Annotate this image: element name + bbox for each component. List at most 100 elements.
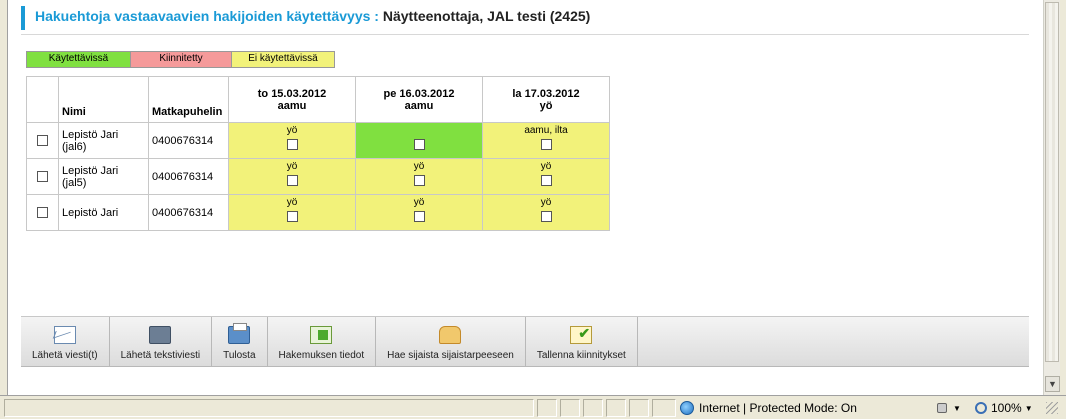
- pin-checkbox[interactable]: [286, 139, 298, 150]
- day-shift: aamu: [277, 99, 307, 112]
- row-select-checkbox[interactable]: [37, 171, 48, 183]
- table-row: Lepistö Jari (jal6) 0400676314 yö aamu, …: [26, 122, 610, 159]
- status-pane: [629, 399, 649, 417]
- day-slot-available: [355, 122, 483, 159]
- table-row: Lepistö Jari (jal5) 0400676314 yö yö yö: [26, 158, 610, 195]
- slot-label: yö: [286, 125, 298, 136]
- slot-label: yö: [413, 197, 425, 208]
- row-select-checkbox[interactable]: [37, 135, 48, 147]
- pin-checkbox[interactable]: [540, 211, 552, 222]
- name-column-header: Nimi: [58, 76, 149, 123]
- slot-label: yö: [286, 197, 298, 208]
- applicant-name: Lepistö Jari (jal5): [58, 158, 149, 195]
- chevron-down-icon: ▼: [1024, 403, 1033, 413]
- applicant-name: Lepistö Jari (jal6): [58, 122, 149, 159]
- table-row: Lepistö Jari 0400676314 yö yö yö: [26, 194, 610, 231]
- applicant-phone: 0400676314: [148, 194, 229, 231]
- scrollbar-thumb[interactable]: [1045, 2, 1059, 362]
- status-pane: [652, 399, 676, 417]
- day-column-header: to 15.03.2012 aamu: [228, 76, 356, 123]
- row-select-cell: [26, 122, 59, 159]
- scroll-down-arrow-icon[interactable]: ▼: [1045, 376, 1060, 392]
- slot-label: [359, 125, 479, 137]
- zoom-icon: [975, 402, 987, 414]
- toolbar-bottom-divider: [21, 366, 1029, 367]
- day-slot-unavailable: aamu, ilta: [482, 122, 610, 159]
- security-zone[interactable]: Internet | Protected Mode: On: [680, 399, 857, 417]
- day-slot-unavailable: yö: [228, 122, 356, 159]
- status-text-pane: [4, 399, 534, 417]
- day-slot-unavailable: yö: [355, 194, 483, 231]
- status-pane: [560, 399, 580, 417]
- resize-grip-icon[interactable]: [1046, 402, 1058, 414]
- send-sms-button[interactable]: Lähetä tekstiviesti: [110, 317, 213, 367]
- zoom-control[interactable]: 100% ▼: [975, 399, 1033, 417]
- pin-checkbox[interactable]: [540, 175, 552, 186]
- pin-checkbox[interactable]: [413, 211, 425, 222]
- mobile-phone-icon: [149, 326, 172, 344]
- pin-checkbox[interactable]: [413, 175, 425, 186]
- application-info-label: Hakemuksen tiedot: [278, 350, 365, 361]
- phone-column-header: Matkapuhelin: [148, 76, 229, 123]
- protected-mode-button[interactable]: ▼: [930, 399, 968, 417]
- envelope-icon: [53, 326, 76, 344]
- page-title: Hakuehtoja vastaavaavien hakijoiden käyt…: [35, 8, 590, 24]
- send-message-label: Lähetä viesti(t): [32, 350, 98, 361]
- select-column-header: [26, 76, 59, 123]
- security-zone-text: Internet | Protected Mode: On: [699, 401, 857, 415]
- slot-label: yö: [286, 161, 298, 172]
- row-select-checkbox[interactable]: [37, 207, 48, 219]
- header-accent-bar: [21, 6, 25, 30]
- day-slot-unavailable: yö: [482, 194, 610, 231]
- legend-unavailable: Ei käytettävissä: [232, 52, 334, 67]
- day-slot-unavailable: yö: [355, 158, 483, 195]
- slot-label: aamu, ilta: [524, 125, 568, 136]
- day-date: la 17.03.2012: [512, 87, 580, 100]
- print-label: Tulosta: [223, 350, 256, 361]
- header-divider: [21, 34, 1029, 35]
- send-sms-label: Lähetä tekstiviesti: [120, 350, 201, 361]
- slot-label: yö: [540, 197, 552, 208]
- pin-checkbox[interactable]: [540, 139, 552, 150]
- print-button[interactable]: Tulosta: [212, 317, 268, 367]
- table-header-row: Nimi Matkapuhelin to 15.03.2012 aamu pe …: [26, 76, 610, 123]
- application-document-icon: [310, 326, 333, 344]
- window-right-border: [1060, 0, 1066, 419]
- printer-icon: [228, 323, 251, 344]
- find-substitute-label: Hae sijaista sijaistarpeeseen: [387, 350, 514, 361]
- pin-checkbox[interactable]: [286, 211, 298, 222]
- day-slot-unavailable: yö: [482, 158, 610, 195]
- application-info-button[interactable]: Hakemuksen tiedot: [268, 317, 377, 367]
- day-date: to 15.03.2012: [257, 87, 327, 100]
- row-select-cell: [26, 194, 59, 231]
- availability-legend: Käytettävissä Kiinnitetty Ei käytettävis…: [26, 51, 335, 68]
- pin-checkbox[interactable]: [286, 175, 298, 186]
- legend-available: Käytettävissä: [27, 52, 131, 67]
- day-slot-unavailable: yö: [228, 158, 356, 195]
- people-icon: [439, 326, 462, 344]
- window-left-border: [0, 0, 8, 395]
- day-column-header: la 17.03.2012 yö: [482, 76, 610, 123]
- page-title-value: Näytteenottaja, JAL testi (2425): [382, 8, 591, 24]
- slot-label: yö: [540, 161, 552, 172]
- find-substitute-button[interactable]: Hae sijaista sijaistarpeeseen: [376, 317, 526, 367]
- status-pane: [537, 399, 557, 417]
- vertical-scrollbar[interactable]: ▼: [1043, 0, 1060, 395]
- row-select-cell: [26, 158, 59, 195]
- checkmark-icon: [570, 325, 593, 344]
- globe-icon: [680, 401, 694, 415]
- status-pane: [583, 399, 603, 417]
- applicant-name: Lepistö Jari: [58, 194, 149, 231]
- send-message-button[interactable]: Lähetä viesti(t): [21, 317, 110, 367]
- browser-status-bar: Internet | Protected Mode: On ▼ 100% ▼: [0, 395, 1066, 419]
- action-toolbar: Lähetä viesti(t) Lähetä tekstiviesti Tul…: [21, 316, 1029, 367]
- save-pins-button[interactable]: Tallenna kiinnitykset: [526, 317, 638, 367]
- day-shift: yö: [539, 99, 553, 112]
- applicant-phone: 0400676314: [148, 122, 229, 159]
- day-slot-unavailable: yö: [228, 194, 356, 231]
- pin-checkbox[interactable]: [413, 139, 425, 150]
- zoom-level: 100%: [991, 401, 1022, 415]
- slot-label: yö: [413, 161, 425, 172]
- save-pins-label: Tallenna kiinnitykset: [536, 350, 626, 361]
- lock-icon: [937, 403, 948, 413]
